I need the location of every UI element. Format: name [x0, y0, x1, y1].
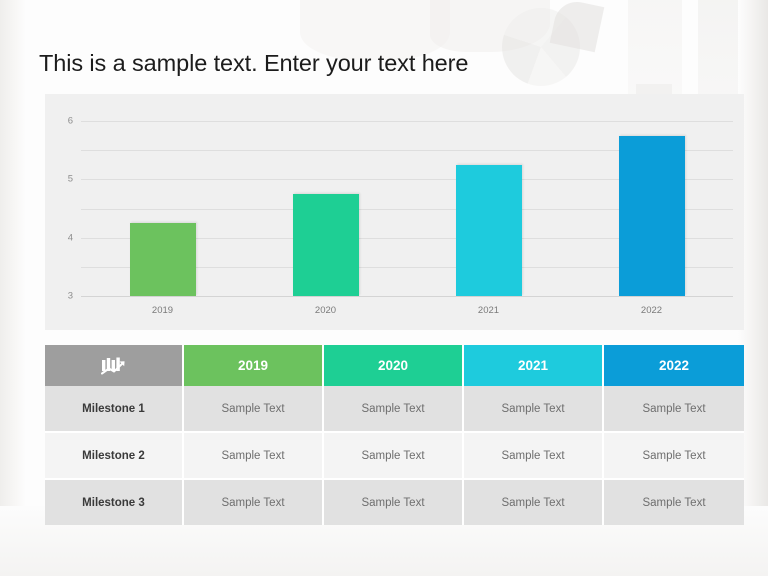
- page-title: This is a sample text. Enter your text h…: [39, 50, 469, 76]
- bar-chart-trend-icon: [100, 356, 127, 376]
- table-cell[interactable]: Sample Text: [604, 386, 744, 431]
- chart-bar-slot: 2019: [81, 121, 244, 316]
- table-cell[interactable]: Sample Text: [604, 433, 744, 478]
- slide-content: This is a sample text. Enter your text h…: [0, 0, 768, 576]
- chart-y-axis-tick: 5: [67, 173, 73, 185]
- table-row-label: Milestone 2: [45, 433, 184, 478]
- table-row[interactable]: Milestone 1 Sample Text Sample Text Sample …: [45, 386, 744, 431]
- chart-bars: 2019 2020 2021 2022: [81, 121, 733, 316]
- table-header-2020: 2020: [324, 345, 464, 386]
- table-cell[interactable]: Sample Text: [184, 480, 324, 525]
- chart-bar-slot: 2020: [244, 121, 407, 316]
- table-cell[interactable]: Sample Text: [324, 386, 464, 431]
- chart-bar-slot: 2022: [570, 121, 733, 316]
- chart-y-axis-tick: 4: [67, 232, 73, 244]
- chart-gridline: 0: [68, 296, 733, 477]
- chart-bar-2020[interactable]: [292, 193, 359, 296]
- table-header-row: 2019 2020 2021 2022: [45, 345, 744, 386]
- table-header-2019: 2019: [184, 345, 324, 386]
- table-cell[interactable]: Sample Text: [604, 480, 744, 525]
- table-cell[interactable]: Sample Text: [324, 480, 464, 525]
- table-cell[interactable]: Sample Text: [464, 480, 604, 525]
- chart-x-axis-tick: 2019: [151, 305, 174, 316]
- table-row-label: Milestone 1: [45, 386, 184, 431]
- table-cell[interactable]: Sample Text: [324, 433, 464, 478]
- table-header-2021: 2021: [464, 345, 604, 386]
- table-cell[interactable]: Sample Text: [464, 386, 604, 431]
- chart-bar-2021[interactable]: [455, 164, 522, 296]
- table-row-label: Milestone 3: [45, 480, 184, 525]
- bar-chart-panel: 0123456 2019202020212022: [45, 94, 744, 477]
- table-header-2022: 2022: [604, 345, 744, 386]
- chart-bar-slot: 2021: [407, 121, 570, 316]
- milestone-table: 2019 2020 2021 2022 Milestone 1 Sample Te…: [45, 345, 744, 525]
- table-cell[interactable]: Sample Text: [184, 386, 324, 431]
- chart-x-axis-tick: 2022: [640, 305, 663, 316]
- chart-x-axis-tick: 2020: [314, 305, 337, 316]
- table-row[interactable]: Milestone 3 Sample Text Sample Text Sample …: [45, 480, 744, 525]
- chart-y-axis-tick: 6: [67, 115, 73, 127]
- chart-bar-2022[interactable]: [618, 135, 685, 296]
- chart-y-axis-tick: 3: [67, 290, 73, 302]
- chart-plot-area: 0123456 2019202020212022: [68, 116, 733, 477]
- table-cell[interactable]: Sample Text: [184, 433, 324, 478]
- chart-x-axis-tick: 2021: [477, 305, 500, 316]
- table-cell[interactable]: Sample Text: [464, 433, 604, 478]
- chart-bar-2019[interactable]: [129, 223, 196, 296]
- table-row[interactable]: Milestone 2 Sample Text Sample Text Sample …: [45, 433, 744, 478]
- table-body: Milestone 1 Sample Text Sample Text Sample …: [45, 386, 744, 525]
- table-header-icon-cell: [45, 345, 184, 386]
